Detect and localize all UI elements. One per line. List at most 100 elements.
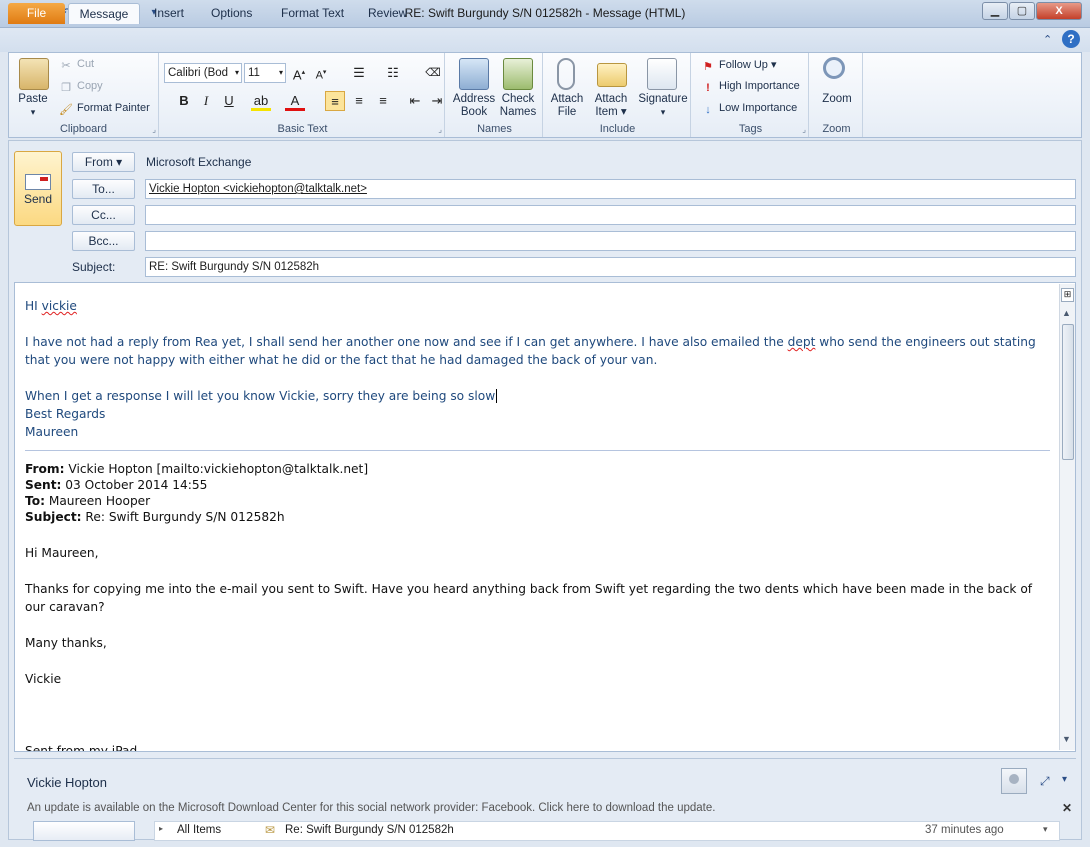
ruler-toggle-icon[interactable]: ⊞ xyxy=(1061,288,1074,302)
quoted-paragraph: Thanks for copying me into the e-mail yo… xyxy=(25,582,1033,614)
signature-icon[interactable] xyxy=(647,58,677,90)
check-names-icon[interactable] xyxy=(503,58,533,90)
greeting-name: vickie xyxy=(41,299,77,313)
text-cursor xyxy=(496,389,498,403)
highlight-icon[interactable]: ab xyxy=(251,91,271,111)
quoted-footer: Sent from my iPad xyxy=(25,744,138,752)
bcc-button[interactable]: Bcc... xyxy=(72,231,135,251)
paste-icon[interactable] xyxy=(19,58,49,90)
basic-text-launcher-icon[interactable]: ⌟ xyxy=(438,125,442,134)
paste-dropdown-icon[interactable]: ▾ xyxy=(15,106,51,119)
send-button[interactable]: Send xyxy=(14,151,62,226)
high-importance-button[interactable]: ! High Importance xyxy=(701,80,800,94)
mail-item-icon: ✉ xyxy=(265,823,276,837)
collapse-ribbon-icon[interactable]: ⌃ xyxy=(1043,33,1052,46)
attach-file-button[interactable]: Attach File xyxy=(547,93,587,119)
paste-button[interactable]: Paste xyxy=(15,93,51,106)
activity-list[interactable]: ▸ All Items ✉ Re: Swift Burgundy S/N 012… xyxy=(154,821,1060,841)
check-names-button[interactable]: Check Names xyxy=(495,93,541,119)
send-envelope-icon xyxy=(25,174,51,190)
follow-up-button[interactable]: ⚑ Follow Up ▾ xyxy=(701,58,776,73)
cut-button[interactable]: ✂ Cut xyxy=(59,58,94,72)
paperclip-icon[interactable] xyxy=(557,58,575,90)
body-scrollbar[interactable]: ⊞ ▲ ▼ xyxy=(1059,284,1075,750)
address-book-button[interactable]: Address Book xyxy=(449,93,499,119)
tags-launcher-icon[interactable]: ⌟ xyxy=(802,125,806,134)
update-notice[interactable]: An update is available on the Microsoft … xyxy=(27,802,715,814)
grow-font-icon[interactable]: A▴ xyxy=(289,63,309,83)
people-pane-filter-box[interactable] xyxy=(33,821,135,841)
filter-arrow-icon: ▸ xyxy=(159,824,164,833)
numbering-icon[interactable]: ☷ xyxy=(383,63,403,83)
bullets-icon[interactable]: ☰ xyxy=(349,63,369,83)
increase-indent-icon[interactable]: ⇥ xyxy=(427,91,447,111)
cc-button[interactable]: Cc... xyxy=(72,205,135,225)
zoom-button[interactable]: Zoom xyxy=(813,93,861,106)
message-body[interactable]: HI vickie I have not had a reply from Re… xyxy=(14,282,1076,752)
signature-label: Signature xyxy=(638,93,688,105)
envelope-icon[interactable] xyxy=(597,63,627,87)
address-book-icon[interactable] xyxy=(459,58,489,90)
attach-item-label-1: Attach xyxy=(594,93,628,105)
decrease-indent-icon[interactable]: ⇤ xyxy=(405,91,425,111)
filter-all-items[interactable]: All Items xyxy=(177,824,221,836)
to-field[interactable]: Vickie Hopton <vickiehopton@talktalk.net… xyxy=(145,179,1076,199)
tab-insert[interactable]: Insert xyxy=(144,3,194,24)
align-left-icon[interactable]: ≡ xyxy=(325,91,345,111)
low-importance-button[interactable]: ↓ Low Importance xyxy=(701,102,797,116)
to-recipient[interactable]: Vickie Hopton <vickiehopton@talktalk.net… xyxy=(149,183,367,195)
font-size-combo[interactable]: 11 ▾ xyxy=(244,63,286,83)
address-book-label-1: Address xyxy=(452,93,496,105)
attach-item-label-2: Item ▾ xyxy=(595,106,627,118)
people-pane-toggle-icon[interactable]: ▾ xyxy=(1062,774,1067,785)
attach-item-button[interactable]: Attach Item ▾ xyxy=(589,93,633,119)
dismiss-notice-icon[interactable]: ✕ xyxy=(1062,801,1072,815)
clear-formatting-icon[interactable]: ⌫ xyxy=(423,63,443,83)
font-size-value: 11 xyxy=(248,67,260,79)
contact-avatar[interactable] xyxy=(1001,768,1027,794)
shrink-font-icon[interactable]: A▾ xyxy=(311,63,331,83)
expand-pane-icon[interactable]: ⤢ xyxy=(1040,774,1050,789)
send-label: Send xyxy=(23,192,53,206)
format-painter-button[interactable]: 🖌 Format Painter xyxy=(59,102,150,116)
subject-field[interactable]: RE: Swift Burgundy S/N 012582h xyxy=(145,257,1076,277)
activity-scroll-icon[interactable]: ▾ xyxy=(1043,824,1048,835)
para1-dept: dept xyxy=(787,335,816,349)
bcc-field[interactable] xyxy=(145,231,1076,251)
people-pane-divider xyxy=(14,758,1076,759)
help-icon[interactable]: ? xyxy=(1062,30,1080,48)
from-button[interactable]: From ▾ xyxy=(72,152,135,172)
scroll-thumb[interactable] xyxy=(1062,324,1074,460)
tab-review[interactable]: Review xyxy=(358,3,417,24)
format-painter-label: Format Painter xyxy=(77,102,150,114)
align-right-icon[interactable]: ≡ xyxy=(373,91,393,111)
people-pane-contact-name[interactable]: Vickie Hopton xyxy=(27,775,107,790)
clipboard-launcher-icon[interactable]: ⌟ xyxy=(152,125,156,134)
signature-button[interactable]: Signature ▾ xyxy=(637,93,689,119)
copy-icon: ❐ xyxy=(61,82,71,94)
maximize-button[interactable]: ▢ xyxy=(1009,2,1035,20)
address-book-label-2: Book xyxy=(460,106,488,118)
align-center-icon[interactable]: ≡ xyxy=(349,91,369,111)
scroll-down-icon[interactable]: ▼ xyxy=(1062,734,1071,744)
tab-format-text[interactable]: Format Text xyxy=(271,3,354,24)
tab-message[interactable]: Message xyxy=(68,3,140,24)
close-button[interactable]: X xyxy=(1036,2,1082,20)
cc-field[interactable] xyxy=(145,205,1076,225)
copy-button[interactable]: ❐ Copy xyxy=(59,80,103,94)
low-importance-label: Low Importance xyxy=(719,102,798,114)
activity-item-subject[interactable]: Re: Swift Burgundy S/N 012582h xyxy=(285,824,454,836)
quoted-subject: Subject: Re: Swift Burgundy S/N 012582h xyxy=(25,508,1050,526)
bold-icon[interactable]: B xyxy=(174,91,194,111)
magnifier-icon[interactable] xyxy=(823,57,845,79)
tab-options[interactable]: Options xyxy=(201,3,262,24)
minimize-button[interactable]: ▁ xyxy=(982,2,1008,20)
underline-icon[interactable]: U xyxy=(219,91,239,111)
body-content[interactable]: HI vickie I have not had a reply from Re… xyxy=(25,297,1050,752)
tab-file[interactable]: File xyxy=(8,3,65,24)
font-color-icon[interactable]: A xyxy=(285,91,305,111)
to-button[interactable]: To... xyxy=(72,179,135,199)
font-name-combo[interactable]: Calibri (Bod ▾ xyxy=(164,63,242,83)
italic-icon[interactable]: I xyxy=(196,91,216,111)
scroll-up-icon[interactable]: ▲ xyxy=(1062,308,1071,318)
